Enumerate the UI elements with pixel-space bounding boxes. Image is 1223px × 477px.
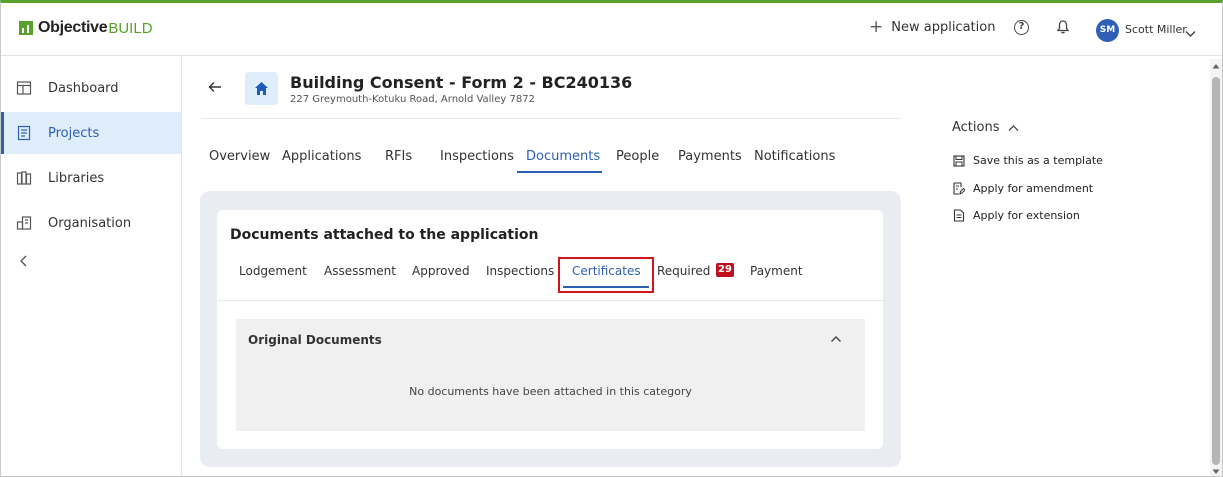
required-count-badge: 29 — [716, 263, 734, 277]
subtab-divider — [218, 300, 883, 301]
page-address: 227 Greymouth-Kotuku Road, Arnold Valley… — [290, 94, 535, 105]
brand-name-bold: Objective — [38, 19, 108, 36]
scroll-up-icon[interactable] — [1212, 63, 1220, 69]
subtab-assessment[interactable]: Assessment — [324, 264, 396, 278]
chevron-down-icon[interactable] — [1185, 23, 1196, 42]
help-circle-icon[interactable]: ? — [1014, 20, 1029, 35]
brand-name-light: BUILD — [108, 19, 153, 37]
tab-documents[interactable]: Documents — [526, 149, 600, 164]
action-label: Apply for amendment — [973, 182, 1094, 195]
subtab-required[interactable]: Required — [657, 264, 710, 278]
brand-logo[interactable]: Objective BUILD — [19, 19, 153, 37]
apply-amendment-action[interactable]: Apply for amendment — [953, 182, 1093, 195]
tab-rfis[interactable]: RFIs — [385, 149, 412, 164]
action-label: Save this as a template — [973, 154, 1103, 167]
save-icon — [953, 154, 965, 167]
sidebar-item-dashboard[interactable]: Dashboard — [1, 67, 181, 109]
subtab-payment[interactable]: Payment — [750, 264, 803, 278]
chevron-left-icon[interactable] — [17, 254, 31, 268]
actions-heading: Actions — [952, 120, 1000, 135]
scrollbar-thumb[interactable] — [1212, 77, 1220, 465]
sidebar-item-libraries[interactable]: Libraries — [1, 157, 181, 199]
back-arrow-icon[interactable] — [208, 81, 222, 93]
page-title: Building Consent - Form 2 - BC240136 — [290, 73, 633, 92]
projects-icon — [17, 125, 31, 141]
scroll-down-icon[interactable] — [1212, 469, 1220, 475]
header-divider — [201, 118, 901, 119]
sidebar-item-organisation[interactable]: Organisation — [1, 202, 181, 244]
tab-applications[interactable]: Applications — [282, 149, 361, 164]
tab-notifications[interactable]: Notifications — [754, 149, 835, 164]
logo-icon — [19, 21, 33, 35]
libraries-icon — [16, 171, 32, 185]
chevron-up-icon — [1008, 124, 1018, 131]
sidebar: Dashboard Projects Libraries Organisatio… — [1, 56, 182, 476]
subtab-approved[interactable]: Approved — [412, 264, 470, 278]
bell-icon[interactable] — [1055, 19, 1071, 39]
new-application-label: New application — [891, 19, 996, 35]
avatar[interactable]: SM — [1096, 19, 1119, 42]
tab-overview[interactable]: Overview — [209, 149, 270, 164]
plus-icon: + — [869, 17, 884, 37]
app-window: Objective BUILD + New application ? SM S… — [0, 0, 1223, 477]
section-title: Original Documents — [248, 333, 382, 347]
sidebar-item-label: Projects — [48, 125, 100, 141]
empty-message: No documents have been attached in this … — [409, 385, 692, 398]
save-template-action[interactable]: Save this as a template — [953, 154, 1103, 167]
new-application-button[interactable]: + New application — [869, 17, 996, 37]
tab-people[interactable]: People — [616, 149, 659, 164]
edit-document-icon — [953, 182, 965, 195]
subtab-inspections[interactable]: Inspections — [486, 264, 554, 278]
subtab-lodgement[interactable]: Lodgement — [239, 264, 307, 278]
dashboard-icon — [16, 81, 32, 95]
active-tab-indicator — [517, 171, 602, 173]
sidebar-item-label: Dashboard — [48, 80, 119, 96]
home-icon — [255, 82, 268, 95]
apply-extension-action[interactable]: Apply for extension — [953, 209, 1080, 222]
chevron-up-icon[interactable] — [830, 335, 842, 343]
document-icon — [953, 209, 965, 222]
sidebar-item-label: Libraries — [48, 170, 105, 186]
highlight-box — [558, 257, 654, 293]
top-bar: Objective BUILD + New application ? SM S… — [1, 3, 1222, 56]
action-label: Apply for extension — [973, 209, 1080, 222]
sidebar-item-projects[interactable]: Projects — [1, 112, 181, 154]
tab-payments[interactable]: Payments — [678, 149, 742, 164]
home-tile — [245, 72, 278, 105]
organisation-icon — [16, 216, 32, 230]
documents-title: Documents attached to the application — [230, 227, 539, 243]
actions-toggle[interactable]: Actions — [952, 120, 1019, 135]
tab-inspections[interactable]: Inspections — [440, 149, 514, 164]
sidebar-item-label: Organisation — [48, 215, 132, 231]
user-name[interactable]: Scott Miller — [1125, 23, 1187, 36]
